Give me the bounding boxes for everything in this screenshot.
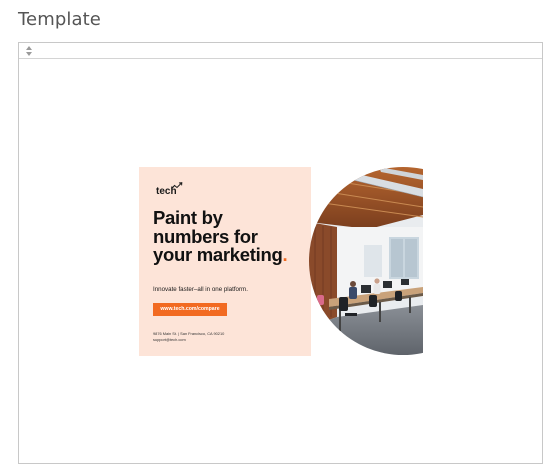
- frame-toolbar: [19, 43, 542, 59]
- headline-line-3-text: your marketing: [153, 244, 283, 265]
- section-title: Template: [18, 9, 101, 30]
- chart-trend-icon: [171, 182, 183, 190]
- address-line-2: support@tech.com: [153, 337, 186, 342]
- office-photo: [309, 167, 423, 356]
- cta-button[interactable]: www.tech.com/compare: [153, 303, 227, 316]
- template-address: 9876 Main St. | San Francisco, CA 90210 …: [153, 331, 224, 343]
- template-preview[interactable]: tech Paint by numbers for your marketing…: [139, 167, 423, 356]
- headline-line-1: Paint by: [153, 207, 223, 228]
- template-frame: tech Paint by numbers for your marketing…: [18, 42, 543, 464]
- template-tagline: Innovate faster–all in one platform.: [153, 286, 248, 293]
- template-text-panel: tech Paint by numbers for your marketing…: [139, 167, 311, 356]
- up-down-arrows-icon[interactable]: [24, 44, 34, 57]
- headline-accent-dot: .: [282, 244, 288, 265]
- template-headline: Paint by numbers for your marketing.: [153, 207, 303, 265]
- headline-line-3: your marketing.: [153, 244, 303, 265]
- tech-logo: tech: [156, 182, 188, 198]
